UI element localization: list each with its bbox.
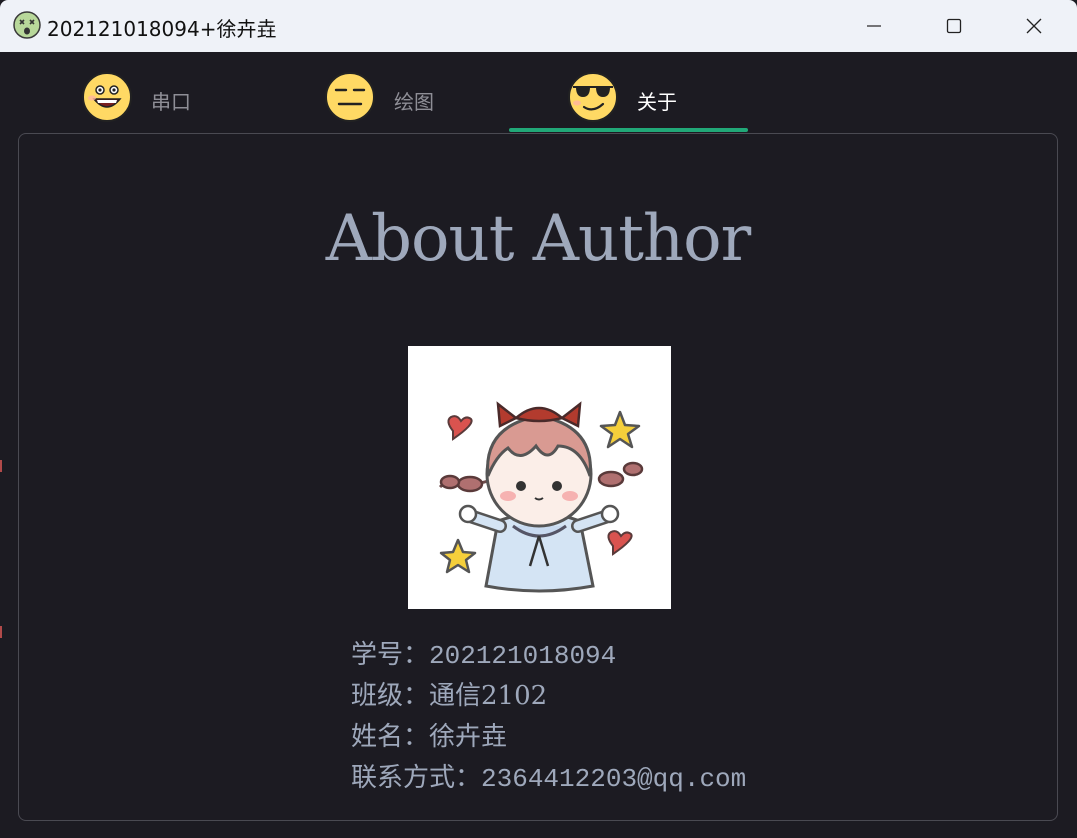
tab-label: 绘图 — [394, 90, 434, 114]
window-title: 202121018094+徐卉垚 — [47, 17, 277, 41]
maximize-icon — [946, 18, 962, 34]
tab-label: 关于 — [637, 90, 677, 114]
tab-bar: 串口 绘图 关于 — [0, 52, 1077, 132]
student-id-value: 202121018094 — [429, 641, 617, 671]
app-window: 202121018094+徐卉垚 串口 绘图 关于 About Author 学… — [0, 0, 1077, 838]
page-title: About Author — [325, 202, 752, 276]
tab-plot[interactable]: 绘图 — [312, 52, 552, 132]
name-value: 徐卉垚 — [429, 722, 508, 752]
edge-artifact — [0, 460, 2, 472]
contact-label: 联系方式： — [351, 763, 482, 793]
class-row: 班级：通信2102 — [351, 675, 547, 712]
contact-row: 联系方式：2364412203@qq.com — [351, 757, 746, 794]
active-tab-indicator — [509, 128, 748, 132]
name-label: 姓名： — [351, 722, 430, 752]
name-row: 姓名：徐卉垚 — [351, 716, 507, 753]
close-button[interactable] — [994, 0, 1074, 52]
tab-about[interactable]: 关于 — [555, 52, 795, 132]
minimize-button[interactable] — [834, 0, 914, 52]
contact-value: 2364412203@qq.com — [481, 764, 747, 794]
cartoon-girl-avatar — [408, 346, 671, 609]
tab-serial-port[interactable]: 串口 — [69, 52, 309, 132]
sunglasses-face-icon — [568, 72, 618, 122]
student-id-row: 学号：202121018094 — [351, 634, 616, 671]
close-icon — [1026, 18, 1042, 34]
tab-label: 串口 — [151, 90, 191, 114]
expressionless-face-icon — [325, 72, 375, 122]
title-bar[interactable]: 202121018094+徐卉垚 — [0, 0, 1077, 53]
class-label: 班级： — [351, 681, 430, 711]
maximize-button[interactable] — [914, 0, 994, 52]
dizzy-face-icon — [13, 11, 41, 39]
edge-artifact — [0, 626, 2, 638]
minimize-icon — [867, 25, 881, 27]
grinning-face-icon — [82, 72, 132, 122]
class-value: 通信2102 — [429, 681, 548, 711]
student-id-label: 学号： — [351, 640, 430, 670]
about-panel: About Author 学号：202121018094 班级：通信2102 姓… — [18, 133, 1058, 821]
